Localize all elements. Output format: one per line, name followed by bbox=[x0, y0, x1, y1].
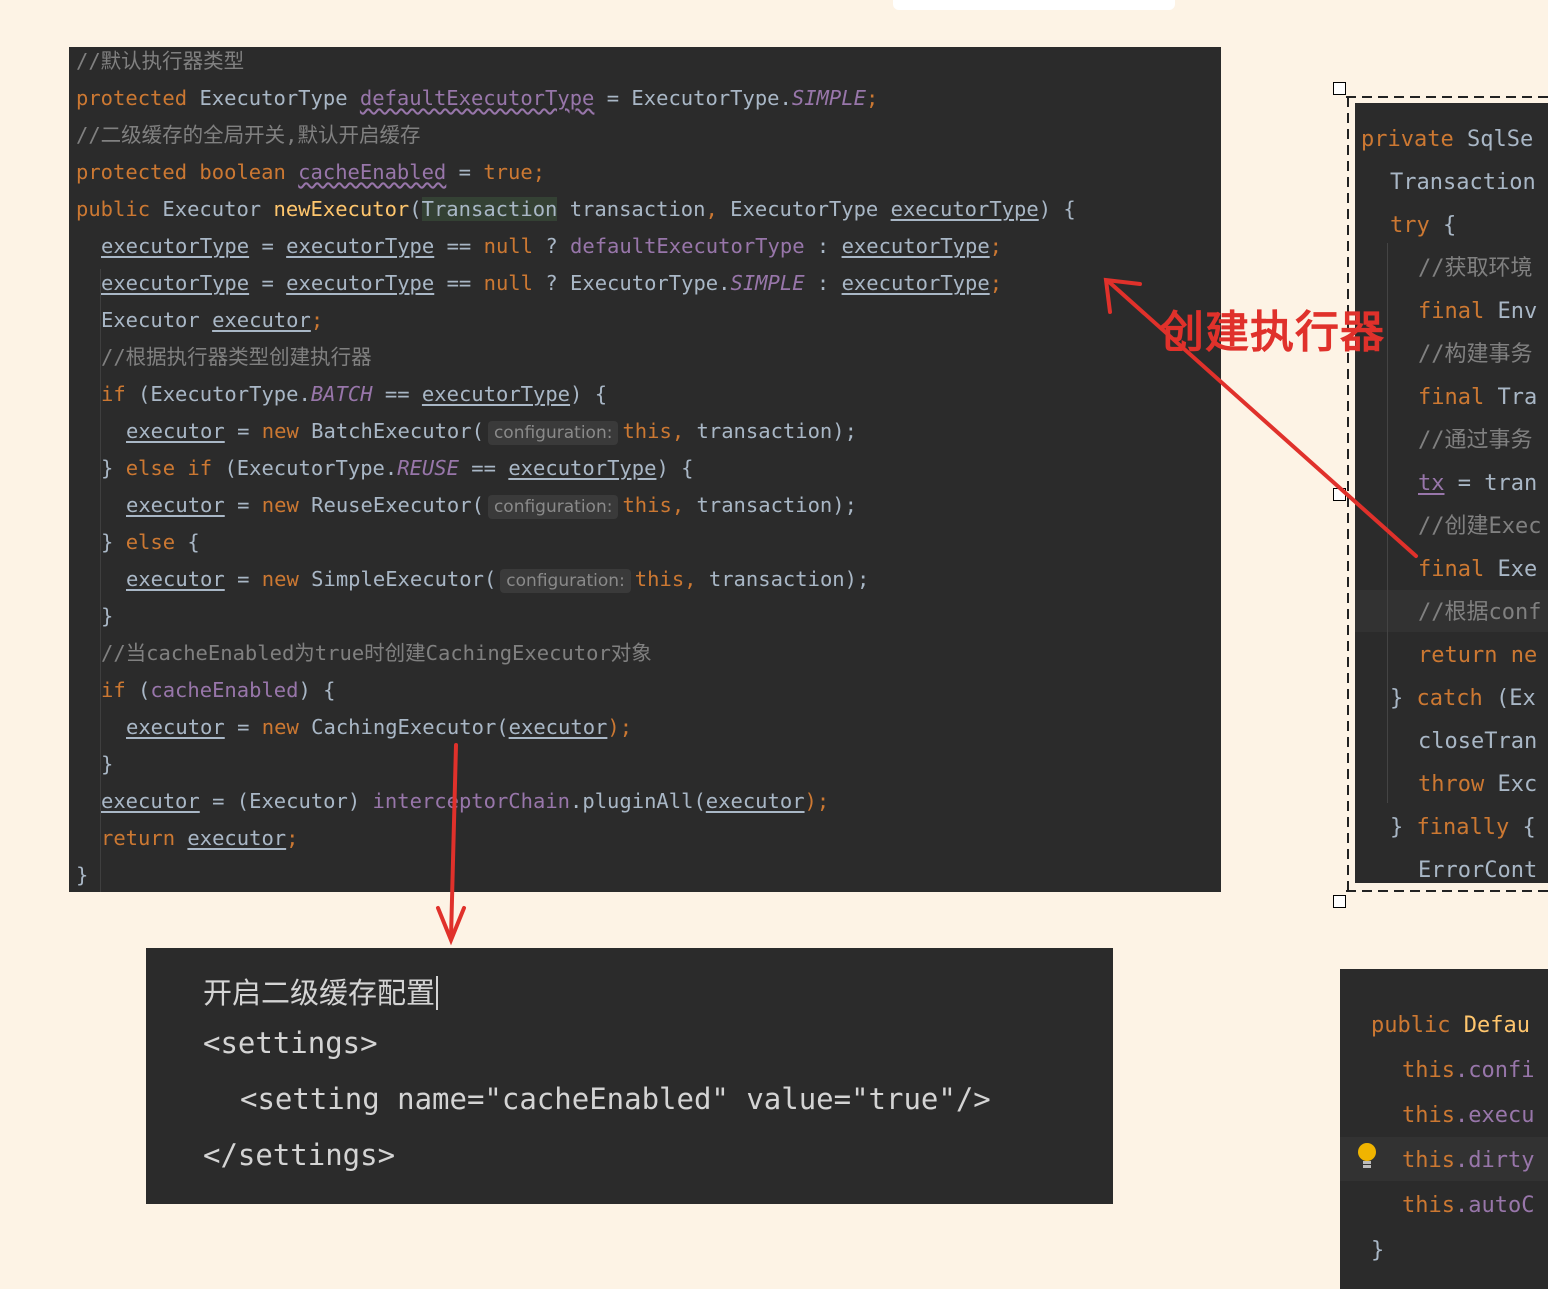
keyword: public bbox=[1371, 1013, 1451, 1038]
r2-line-5: this.autoC bbox=[1402, 1183, 1534, 1228]
lightbulb-icon[interactable] bbox=[1356, 1141, 1378, 1177]
field: .dirty bbox=[1454, 1148, 1535, 1173]
keyword: this bbox=[1402, 1058, 1455, 1083]
keyword: this bbox=[1402, 1103, 1455, 1128]
field: .autoC bbox=[1454, 1193, 1535, 1218]
r2-line-2: this.confi bbox=[1402, 1048, 1534, 1093]
field: .confi bbox=[1454, 1058, 1535, 1083]
resize-handle-top-left[interactable] bbox=[1333, 82, 1346, 95]
field: .execu bbox=[1454, 1103, 1535, 1128]
resize-handle-left[interactable] bbox=[1333, 488, 1346, 501]
create-executor-annotation: 创建执行器 bbox=[1160, 307, 1385, 358]
brace: } bbox=[1371, 1238, 1385, 1263]
resize-handle-bottom-left[interactable] bbox=[1333, 895, 1346, 908]
r2-line-1: public Defau bbox=[1371, 1003, 1530, 1048]
selection-frame bbox=[1346, 96, 1548, 892]
keyword: this bbox=[1402, 1148, 1455, 1173]
keyword: this bbox=[1402, 1193, 1455, 1218]
r2-line-4: this.dirty bbox=[1402, 1138, 1534, 1183]
right-code-panel-2: public Defau this.confi this.execu this.… bbox=[1340, 969, 1548, 1289]
r2-line-6: } bbox=[1371, 1228, 1384, 1273]
r2-line-3: this.execu bbox=[1402, 1093, 1534, 1138]
method-name: Defau bbox=[1463, 1013, 1530, 1038]
